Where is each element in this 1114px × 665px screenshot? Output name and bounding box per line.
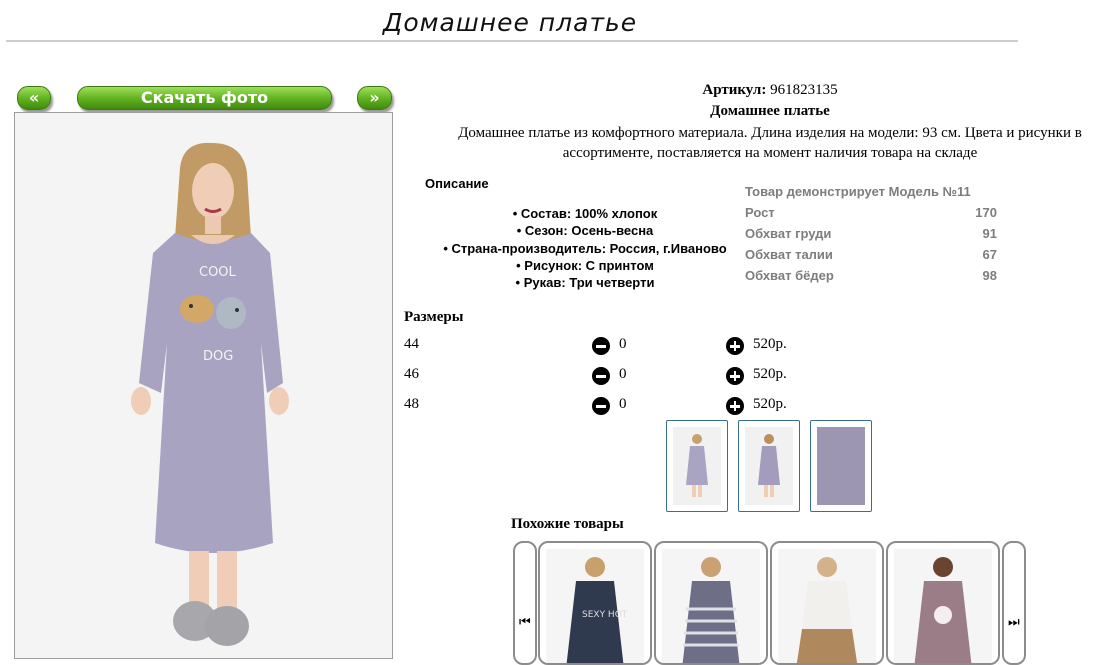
model-heading: Товар демонстрирует Модель №11: [745, 184, 971, 199]
main-product-photo[interactable]: COOL DOG: [14, 112, 393, 659]
product-name: Домашнее платье: [710, 103, 830, 119]
size-price: 520р.: [753, 396, 787, 412]
photo-thumbnail-front[interactable]: [666, 420, 728, 512]
measurement-value: 98: [982, 268, 997, 283]
similar-product-card[interactable]: [770, 541, 884, 665]
measurement-row: Обхват груди 91: [745, 223, 997, 244]
measurement-label: Обхват груди: [745, 226, 832, 241]
size-row: 44 0 520р.: [404, 336, 804, 356]
size-label: 48: [404, 396, 419, 412]
similar-product-image: [682, 557, 740, 663]
similar-product-card[interactable]: SEXY HOT: [538, 541, 652, 665]
quantity-value: 0: [619, 336, 627, 352]
thumbnail-front-image: [686, 434, 708, 497]
measurement-row: Рост 170: [745, 202, 997, 223]
photo-thumbnail-back[interactable]: [738, 420, 800, 512]
plus-circle-icon[interactable]: [726, 397, 744, 415]
attribute-item: Страна-производитель: Россия, г.Иваново: [420, 240, 750, 257]
description-heading: Описание: [425, 176, 489, 191]
photo-thumbnail-fabric[interactable]: [810, 420, 872, 512]
attributes-list: Состав: 100% хлопок Сезон: Осень-весна С…: [420, 205, 750, 291]
minus-circle-icon[interactable]: [592, 367, 610, 385]
print-cool-text: COOL: [199, 265, 237, 280]
measurement-label: Обхват бёдер: [745, 268, 834, 283]
attribute-item: Состав: 100% хлопок: [420, 205, 750, 222]
plus-circle-icon[interactable]: [726, 367, 744, 385]
attribute-item: Рукав: Три четверти: [420, 274, 750, 291]
measurement-label: Рост: [745, 205, 775, 220]
measurement-row: Обхват бёдер 98: [745, 265, 997, 286]
similar-product-image: [796, 557, 858, 663]
measurement-value: 67: [982, 247, 997, 262]
measurement-value: 91: [982, 226, 997, 241]
similar-heading: Похожие товары: [511, 516, 624, 532]
similar-prev-button[interactable]: ⏮: [513, 541, 537, 665]
quantity-value: 0: [619, 396, 627, 412]
title-divider: [6, 40, 1018, 42]
size-label: 44: [404, 336, 419, 352]
skip-back-icon: ⏮: [519, 615, 531, 630]
page-title: Домашнее платье: [382, 8, 638, 37]
measurement-label: Обхват талии: [745, 247, 833, 262]
size-label: 46: [404, 366, 419, 382]
sku-label: Артикул:: [702, 82, 767, 98]
sizes-heading: Размеры: [404, 309, 464, 325]
measurement-row: Обхват талии 67: [745, 244, 997, 265]
attribute-item: Сезон: Осень-весна: [420, 222, 750, 239]
quantity-value: 0: [619, 366, 627, 382]
model-measurements: Товар демонстрирует Модель №11 Рост 170 О…: [745, 181, 997, 286]
similar-product-image: [914, 557, 972, 663]
print-dog-text: DOG: [203, 349, 233, 364]
measurement-value: 170: [975, 205, 997, 220]
sku-line: Артикул: 961823135: [430, 82, 1110, 99]
similar-product-card[interactable]: [886, 541, 1000, 665]
similar-product-card[interactable]: [654, 541, 768, 665]
minus-circle-icon[interactable]: [592, 337, 610, 355]
sku-value: 961823135: [770, 82, 838, 98]
skip-forward-icon: ⏭: [1008, 615, 1020, 630]
plus-circle-icon[interactable]: [726, 337, 744, 355]
thumbnail-back-image: [758, 434, 780, 497]
similar-product-image: SEXY HOT: [566, 557, 628, 663]
similar-next-button[interactable]: ⏭: [1002, 541, 1026, 665]
attribute-item: Рисунок: С принтом: [420, 257, 750, 274]
card-print-text: SEXY HOT: [582, 610, 628, 620]
size-price: 520р.: [753, 366, 787, 382]
download-photo-button[interactable]: Скачать фото: [77, 86, 332, 110]
size-row: 48 0 520р.: [404, 396, 804, 416]
size-price: 520р.: [753, 336, 787, 352]
product-description: Домашнее платье из комфортного материала…: [458, 125, 1082, 161]
prev-photo-button[interactable]: «: [17, 86, 51, 110]
minus-circle-icon[interactable]: [592, 397, 610, 415]
size-row: 46 0 520р.: [404, 366, 804, 386]
model-in-dress-image: COOL DOG: [15, 113, 392, 658]
next-photo-button[interactable]: »: [357, 86, 392, 110]
